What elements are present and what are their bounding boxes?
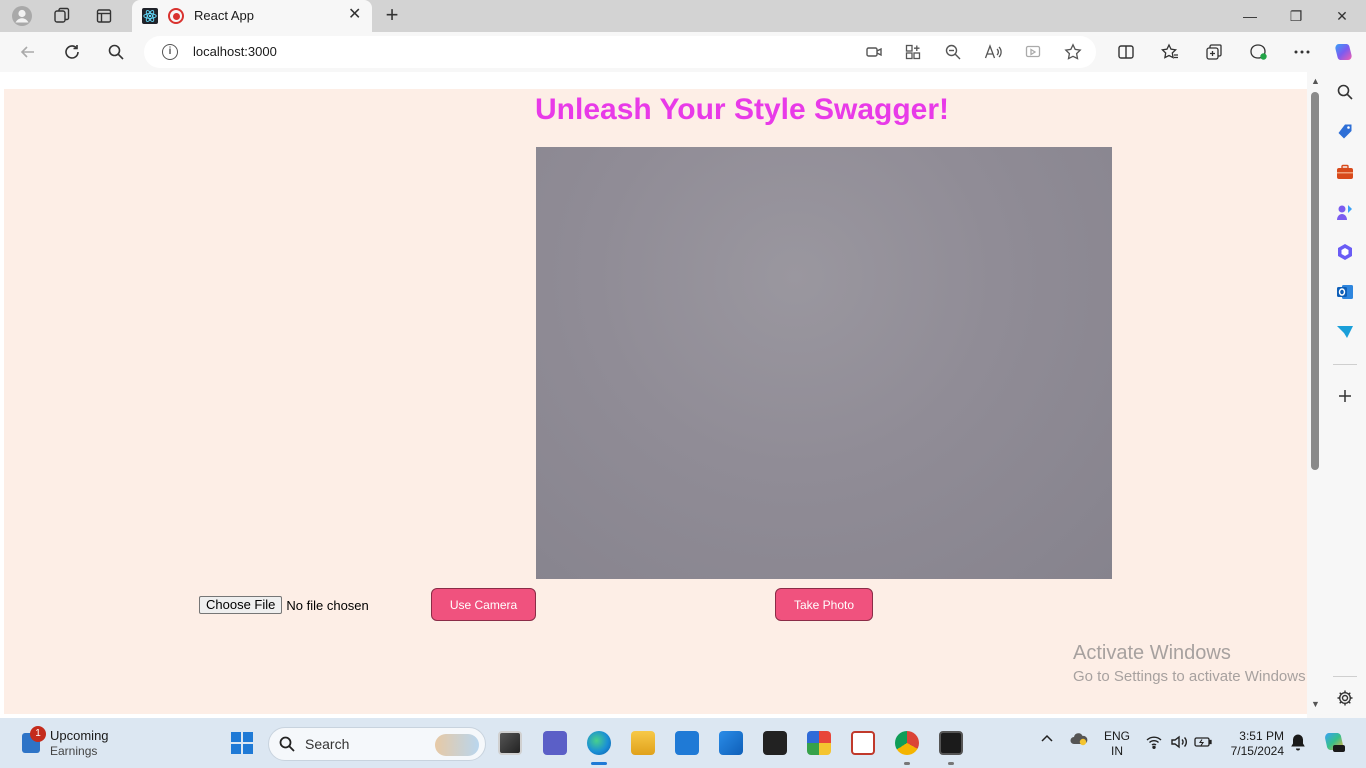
- microsoft-store-icon[interactable]: [675, 731, 699, 755]
- browser-essentials-icon[interactable]: [1246, 40, 1270, 64]
- notification-bell-icon[interactable]: [1290, 733, 1306, 756]
- outlook-icon[interactable]: [1335, 282, 1355, 302]
- collections-icon[interactable]: [1202, 40, 1226, 64]
- snipping-tool-icon[interactable]: [851, 731, 875, 755]
- copilot-icon[interactable]: [1332, 40, 1356, 64]
- terminal-icon[interactable]: [939, 731, 963, 755]
- scrollbar-thumb[interactable]: [1311, 92, 1319, 470]
- watermark-title: Activate Windows: [1073, 642, 1231, 664]
- scroll-down-arrow-icon[interactable]: ▼: [1310, 699, 1321, 710]
- sidebar-separator: [1333, 364, 1357, 365]
- widget-title: Upcoming: [50, 728, 109, 743]
- widget-badge: 1: [30, 726, 46, 742]
- sidebar-search-icon[interactable]: [1335, 82, 1355, 102]
- react-logo-icon: [142, 8, 158, 24]
- system-clock[interactable]: 3:51 PM 7/15/2024: [1226, 729, 1284, 759]
- add-sidebar-app-icon[interactable]: [1335, 386, 1355, 406]
- language-indicator[interactable]: ENG IN: [1104, 729, 1130, 759]
- tools-briefcase-icon[interactable]: [1335, 162, 1355, 182]
- workspaces-icon[interactable]: [50, 4, 74, 28]
- browser-toolbar: i localhost:3000: [0, 32, 1366, 72]
- teams-icon[interactable]: [543, 731, 567, 755]
- refresh-button[interactable]: [60, 40, 84, 64]
- taskbar-search-icon: [279, 736, 295, 752]
- new-tab-button[interactable]: +: [380, 4, 404, 28]
- mail-icon[interactable]: [719, 731, 743, 755]
- search-highlight-image: [435, 734, 479, 756]
- language-region: IN: [1111, 744, 1123, 758]
- back-button[interactable]: [16, 40, 40, 64]
- clock-date: 7/15/2024: [1230, 744, 1284, 758]
- chrome-running-indicator: [904, 762, 910, 765]
- shopping-tag-icon[interactable]: [1335, 122, 1355, 142]
- clock-time: 3:51 PM: [1239, 729, 1284, 743]
- tab-close-icon[interactable]: ✕: [348, 7, 361, 23]
- language-code: ENG: [1104, 729, 1131, 743]
- browser-tab-strip: React App ✕ + — ❐ ✕: [0, 0, 1366, 32]
- restore-button[interactable]: ❐: [1286, 6, 1306, 26]
- recording-icon: [168, 8, 184, 24]
- favorites-icon[interactable]: [1158, 40, 1182, 64]
- scroll-up-arrow-icon[interactable]: ▲: [1310, 76, 1321, 87]
- zoom-out-icon[interactable]: [943, 42, 963, 62]
- page-viewport: Unleash Your Style Swagger! Choose File …: [0, 72, 1324, 718]
- onedrive-warning-icon[interactable]: [1070, 732, 1088, 751]
- taskbar-search-box[interactable]: Search: [268, 727, 486, 761]
- taskbar-search-label: Search: [305, 736, 350, 752]
- choose-file-button[interactable]: Choose File: [199, 596, 283, 614]
- office-app-icon[interactable]: [807, 731, 831, 755]
- file-explorer-icon[interactable]: [631, 731, 655, 755]
- microsoft-365-icon[interactable]: [1335, 242, 1355, 262]
- sticky-notes-icon[interactable]: [763, 731, 787, 755]
- widget-subtitle: Earnings: [50, 744, 98, 758]
- file-input[interactable]: Choose File No file chosen: [199, 596, 369, 614]
- search-icon[interactable]: [104, 40, 128, 64]
- read-aloud-icon[interactable]: [983, 42, 1003, 62]
- wifi-icon[interactable]: [1146, 735, 1162, 754]
- use-camera-button[interactable]: Use Camera: [431, 588, 536, 621]
- camera-preview: [536, 147, 1112, 579]
- take-photo-button[interactable]: Take Photo: [775, 588, 873, 621]
- address-bar[interactable]: i localhost:3000: [144, 36, 1096, 68]
- split-screen-icon[interactable]: [1114, 40, 1138, 64]
- profile-icon[interactable]: [10, 4, 34, 28]
- windows-taskbar: 1 Upcoming Earnings Search ENG IN 3:51 P…: [0, 718, 1366, 768]
- edge-sidebar: [1324, 72, 1366, 718]
- immersive-reader-icon[interactable]: [1023, 42, 1043, 62]
- edge-browser-icon[interactable]: [587, 731, 611, 755]
- favorite-star-icon[interactable]: [1063, 42, 1083, 62]
- show-hidden-icons-chevron-icon[interactable]: [1040, 732, 1054, 751]
- address-url[interactable]: localhost:3000: [193, 44, 277, 59]
- active-tab[interactable]: React App ✕: [132, 0, 372, 32]
- app-root: Unleash Your Style Swagger! Choose File …: [4, 89, 1310, 714]
- camera-in-use-icon[interactable]: [864, 42, 884, 62]
- page-scrollbar[interactable]: ▲ ▼: [1307, 72, 1324, 718]
- watermark-subtitle: Go to Settings to activate Windows.: [1073, 668, 1310, 685]
- more-options-icon[interactable]: [1290, 40, 1314, 64]
- volume-icon[interactable]: [1170, 735, 1188, 754]
- app-available-icon[interactable]: [903, 42, 923, 62]
- sidebar-settings-gear-icon[interactable]: [1335, 688, 1355, 708]
- sidebar-separator: [1333, 676, 1357, 677]
- page-title: Unleash Your Style Swagger!: [535, 93, 950, 126]
- edge-active-indicator: [591, 762, 607, 765]
- close-window-button[interactable]: ✕: [1332, 6, 1352, 26]
- copilot-preview-icon[interactable]: [1322, 730, 1346, 759]
- drop-send-icon[interactable]: [1335, 322, 1355, 342]
- tab-title: React App: [194, 8, 254, 23]
- site-info-icon[interactable]: i: [162, 44, 178, 60]
- battery-icon[interactable]: [1194, 735, 1212, 753]
- vertical-tabs-icon[interactable]: [92, 4, 116, 28]
- activate-windows-watermark: Activate Windows Go to Settings to activ…: [1073, 642, 1310, 685]
- games-icon[interactable]: [1335, 202, 1355, 222]
- start-windows-icon[interactable]: [231, 732, 253, 754]
- terminal-running-indicator: [948, 762, 954, 765]
- file-status-text: No file chosen: [286, 597, 369, 613]
- chrome-icon[interactable]: [895, 731, 919, 755]
- task-view-icon[interactable]: [498, 731, 522, 755]
- minimize-button[interactable]: —: [1240, 6, 1260, 26]
